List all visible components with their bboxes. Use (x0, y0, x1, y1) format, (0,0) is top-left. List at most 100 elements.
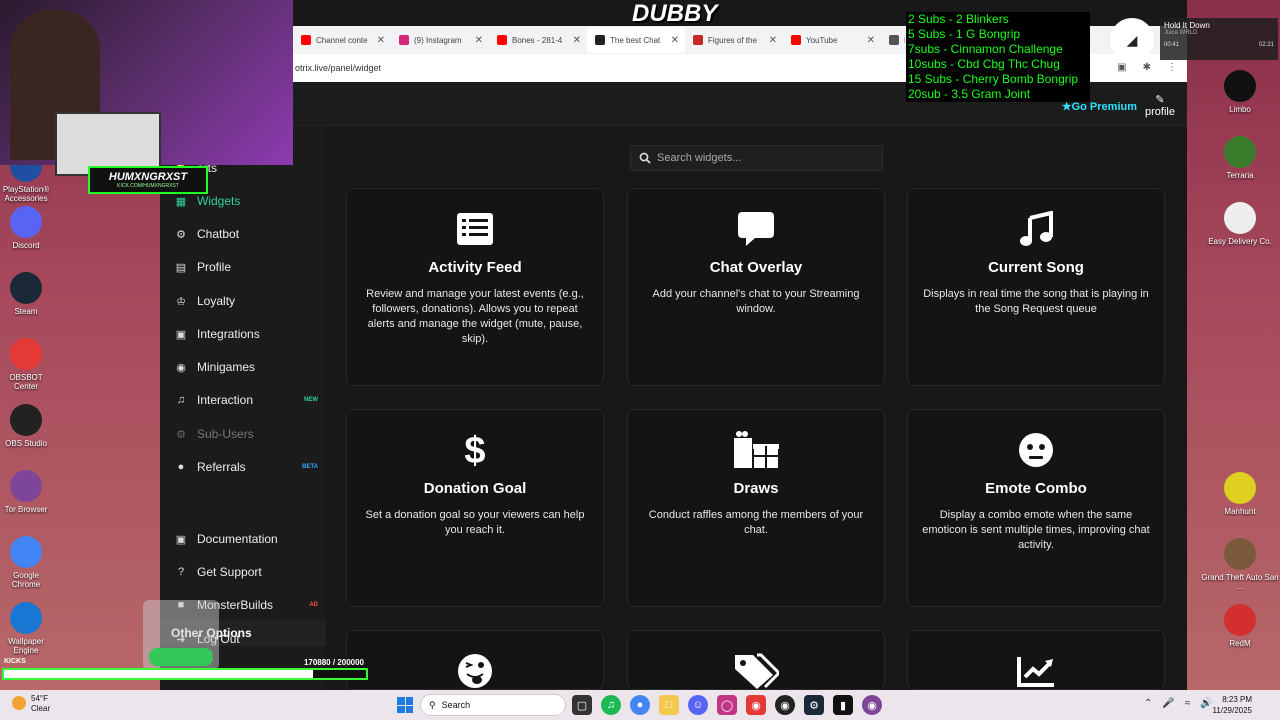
webcam-overlay (0, 0, 293, 176)
widget-card[interactable]: Chat Overlay Add your channel's chat to y… (627, 188, 885, 386)
widget-card[interactable] (346, 630, 604, 690)
sidebar-badge: AD (309, 602, 318, 608)
desktop-shortcut[interactable]: Google Chrome (0, 536, 52, 602)
desktop-shortcut[interactable]: OBSBOT Center (0, 338, 52, 404)
spotify-icon[interactable]: ♫ (601, 695, 621, 715)
tab-close-icon[interactable]: ✕ (867, 35, 875, 46)
sidebar-item-profile[interactable]: ▤ Profile (160, 253, 326, 281)
tab-label: YouTube (806, 35, 838, 45)
screenshot-icon[interactable]: ▣ (1117, 62, 1126, 73)
widget-card[interactable]: Current Song Displays in real time the so… (907, 188, 1165, 386)
browser-tab[interactable]: Bones - 281-4 ✕ (489, 27, 587, 53)
widget-card[interactable]: Activity Feed Review and manage your late… (346, 188, 604, 386)
browser-tab[interactable]: (9) Instagram ✕ (391, 27, 489, 53)
sub-goals-overlay: 2 Subs - 2 Blinkers 5 Subs - 1 G Bongrip 7… (906, 12, 1090, 102)
task-view-icon[interactable]: ▢ (572, 695, 592, 715)
taskbar-search[interactable]: ⚲ Search (420, 694, 566, 716)
id-card-icon: ▤ (175, 261, 187, 274)
desktop-shortcut[interactable]: Discord (0, 206, 52, 272)
sidebar-item-label: Sub-Users (197, 427, 254, 441)
sidebar-item-sub-users[interactable]: ⚙ Sub-Users (160, 420, 326, 448)
tab-label: Bones - 281-4 (512, 35, 563, 45)
taskbar-clock[interactable]: 8:23 PM 11/29/2025 (1213, 694, 1252, 716)
desktop-shortcut-label: RedM (1229, 639, 1251, 648)
sidebar-item-label: Chatbot (197, 227, 240, 241)
clock-date: 11/29/2025 (1212, 706, 1252, 715)
steam-icon (10, 272, 42, 304)
desktop-shortcut[interactable]: Terraria (1200, 136, 1280, 202)
streamer-handle-url: KICK.COM/HUMXNGRXST (117, 183, 179, 189)
profile-menu[interactable]: ✎ profile (1145, 94, 1175, 118)
browser-tab[interactable]: The best Chat ✕ (587, 27, 685, 53)
manhunt-icon (1224, 472, 1256, 504)
sub-goal-line: 20sub - 3.5 Gram Joint (908, 87, 1031, 101)
widget-card[interactable]: Draws Conduct raffles among the members o… (627, 409, 885, 607)
tab-close-icon[interactable]: ✕ (671, 35, 679, 46)
tor-taskbar-icon[interactable]: ◉ (862, 695, 882, 715)
desktop-shortcut[interactable]: Easy Delivery Co. (1200, 202, 1280, 472)
file-explorer-icon[interactable]: □ (659, 695, 679, 715)
obs-taskbar-icon[interactable]: ◉ (775, 695, 795, 715)
desktop-icons-left: PlayStation® Accessories Discord Steam OBSB… (0, 150, 52, 668)
microphone-icon[interactable]: 🎤 (1162, 698, 1174, 709)
sidebar-item-documentation[interactable]: ▣ Documentation (160, 525, 326, 553)
stream-logo-text: DUBBY (632, 0, 718, 27)
chrome-icon (10, 536, 42, 568)
sidebar-item-label: Widgets (197, 194, 241, 208)
menu-dots-icon[interactable]: ⋮ (1167, 62, 1177, 73)
pencil-icon: ✎ (1155, 94, 1165, 106)
robot-icon: ⚙ (176, 428, 186, 441)
widget-card[interactable]: $ Donation Goal Set a donation goal so you… (346, 409, 604, 607)
desktop-shortcut[interactable]: Manhunt (1200, 472, 1280, 538)
chrome-icon[interactable]: ● (630, 695, 650, 715)
extensions-icon[interactable]: ✱ (1143, 62, 1151, 73)
wifi-icon[interactable]: ≈ (1185, 698, 1191, 709)
taskbar: 54°F Clear ⚲ Search ▢ ♫ ● □ ☺ ◯ ◉ ◉ ⚙ ▮ ◉… (0, 690, 1280, 720)
instagram-taskbar-icon[interactable]: ◯ (717, 695, 737, 715)
widget-card[interactable] (907, 630, 1165, 690)
tab-close-icon[interactable]: ✕ (377, 35, 385, 46)
weather-widget[interactable]: 54°F Clear (12, 694, 50, 714)
desktop-shortcut[interactable]: Tor Browser (0, 470, 52, 536)
desktop-shortcut[interactable]: Grand Theft Auto San ... (1200, 538, 1280, 604)
tab-close-icon[interactable]: ✕ (769, 35, 777, 46)
sidebar-item-interaction[interactable]: ♫ Interaction NEW (160, 386, 326, 414)
tab-label: Channel conte (316, 35, 368, 45)
desktop-shortcut[interactable]: OBS Studio (0, 404, 52, 470)
browser-tab[interactable]: YouTube ✕ (783, 27, 881, 53)
start-button[interactable] (397, 697, 413, 713)
obsbot-taskbar-icon[interactable]: ◉ (746, 695, 766, 715)
taskbar-search-label: Search (441, 700, 471, 710)
tab-label: N (904, 36, 905, 45)
desktop-shortcut[interactable]: RedM (1200, 604, 1280, 670)
tray-overflow-icon[interactable]: ⌃ (1144, 698, 1152, 709)
tab-close-icon[interactable]: ✕ (475, 35, 483, 46)
steam-taskbar-icon[interactable]: ⚙ (804, 695, 824, 715)
sidebar-item-get-support[interactable]: ? Get Support (160, 558, 326, 586)
url-text[interactable]: otrix.live/panel/widget (295, 63, 381, 73)
discord-taskbar-icon[interactable]: ☺ (688, 695, 708, 715)
search-widgets-input[interactable]: Search widgets... (630, 145, 883, 171)
song-title: Hold It Down (1164, 21, 1210, 30)
desktop-shortcut[interactable]: Steam (0, 272, 52, 338)
browser-tab[interactable]: Channel conte ✕ (293, 27, 391, 53)
sidebar-item-loyalty[interactable]: ♔ Loyalty (160, 287, 326, 315)
volume-icon[interactable]: 🔊 (1200, 698, 1212, 709)
sidebar-item-minigames[interactable]: ◉ Minigames (160, 353, 326, 381)
sidebar-item-referrals[interactable]: ● Referrals BETA (160, 453, 326, 481)
sidebar-badge: BETA (302, 464, 318, 470)
browser-tab[interactable]: Figures of the ✕ (685, 27, 783, 53)
sidebar-item-chatbot[interactable]: ⚙ Chatbot (160, 220, 326, 248)
widget-card[interactable]: Emote Combo Display a combo emote when th… (907, 409, 1165, 607)
search-icon (639, 152, 651, 164)
wallpaper-engine-icon (10, 602, 42, 634)
tab-close-icon[interactable]: ✕ (573, 35, 581, 46)
terminal-taskbar-icon[interactable]: ▮ (833, 695, 853, 715)
kicks-count: 170880 / 200000 (303, 658, 364, 667)
widget-description: Display a combo emote when the same emot… (922, 509, 1150, 551)
profile-label: profile (1145, 106, 1175, 118)
sidebar-item-integrations[interactable]: ▣ Integrations (160, 320, 326, 348)
desktop-shortcut[interactable]: Limbo (1200, 70, 1280, 136)
widget-card[interactable] (627, 630, 885, 690)
plug-icon: ▣ (175, 328, 187, 341)
